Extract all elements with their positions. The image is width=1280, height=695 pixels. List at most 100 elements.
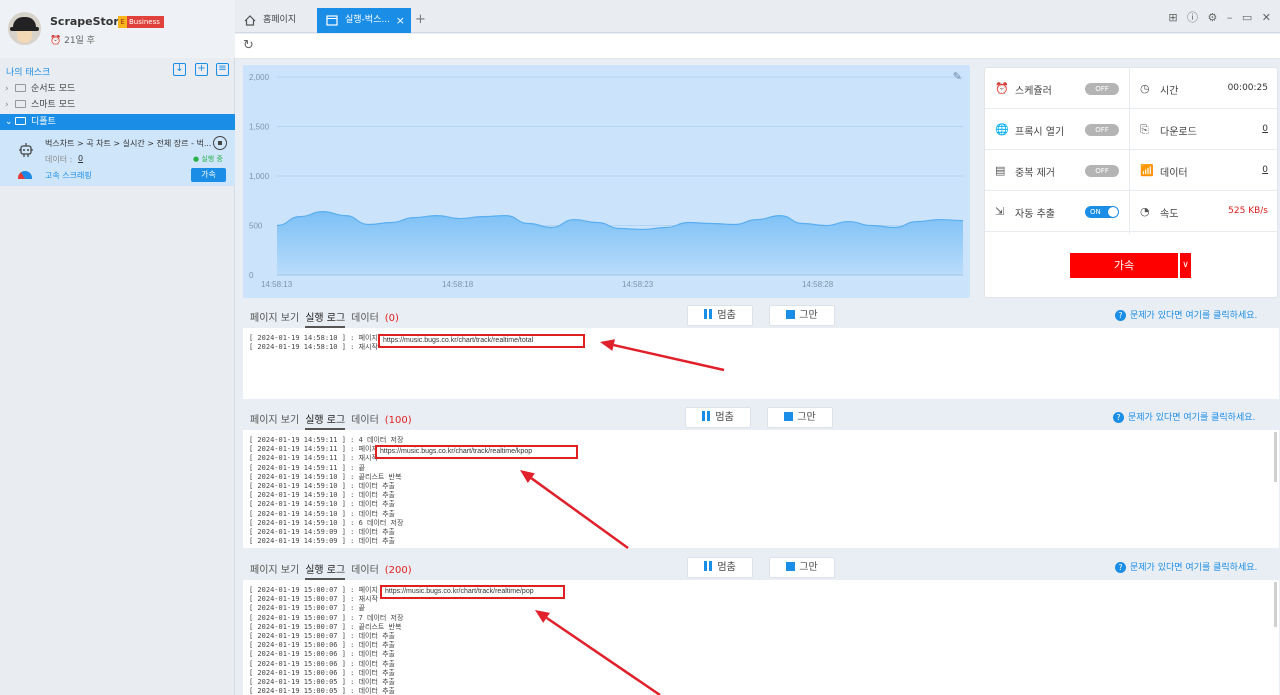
task-data-value[interactable]: 0 [78,154,83,163]
log-tabs: 페이지 보기 실행 로그 데이터 (0) [250,309,411,328]
close-icon[interactable]: × [396,8,405,33]
list-icon[interactable]: ≡ [216,63,229,76]
accelerate-dropdown[interactable]: ∨ [1179,253,1191,278]
expiry-text: 21일 후 [64,36,95,46]
dedupe-label: 중복 제거 [1015,168,1055,179]
help-link[interactable]: ? 문제가 있다면 여기를 클릭하세요. [1115,560,1257,573]
speedometer-icon [18,171,32,179]
chevron-right-icon: › [5,100,9,110]
speed-row: ◔ 속도 525 KB/s [1130,191,1278,232]
pause-icon [704,561,708,571]
pause-label: 멈춤 [717,562,736,573]
tab-page-view[interactable]: 페이지 보기 [250,415,299,426]
tab-run[interactable]: 실행-벅스... × [317,8,411,33]
help-link[interactable]: ? 문제가 있다면 여기를 클릭하세요. [1115,308,1257,321]
new-task-icon[interactable]: + [195,63,208,76]
task-name: 벅스차트 > 곡 차트 > 실시간 > 전체 장르 - 벅... [45,139,212,148]
stop-button[interactable]: 그만 [767,407,833,428]
gauge-icon: ◔ [1140,205,1150,218]
accelerate-button-small[interactable]: 가속 [191,168,226,182]
task-item[interactable]: 벅스차트 > 곡 차트 > 실시간 > 전체 장르 - 벅... 데이터 : 0… [0,130,235,186]
scrollbar[interactable] [1274,582,1277,627]
tab-page-view[interactable]: 페이지 보기 [250,565,299,576]
help-label: 문제가 있다면 여기를 클릭하세요. [1130,311,1258,321]
refresh-icon[interactable]: ↻ [243,38,254,53]
chart-svg: 2,000 1,500 1,000 500 0 14:58:13 14:58:18 14:58… [249,73,964,289]
pause-icon [707,411,711,421]
avatar[interactable] [8,12,41,45]
tree-item-label: 순서도 모드 [31,84,76,94]
alarm-icon: ⏰ [50,36,62,46]
download-value[interactable]: 0 [1262,124,1268,134]
time-value: 00:00:25 [1227,83,1268,93]
series-area [277,211,963,275]
log-line: [ 2024-01-19 14:59:11 ] : 끝 [249,463,366,472]
tree-item-smart[interactable]: › 스마트 모드 [0,97,235,113]
add-tab-button[interactable]: + [415,12,426,27]
tree-item-label: 스마트 모드 [31,100,76,110]
time-row: ◷ 시간 00:00:25 [1130,68,1278,109]
pause-label: 멈춤 [715,412,734,423]
stop-button[interactable]: 그만 [769,305,835,326]
tab-run-log[interactable]: 실행 로그 [305,565,346,580]
proxy-toggle[interactable]: OFF [1085,124,1119,136]
tree-item-default[interactable]: ⌄ 디폴트 [0,114,235,130]
tab-label: 홈페이지 [263,15,297,25]
pause-button[interactable]: 멈춤 [687,305,753,326]
log-line: [ 2024-01-19 15:00:07 ] : 끝 [249,604,366,613]
highlighted-url: https://music.bugs.co.kr/chart/track/rea… [375,445,578,459]
proxy-label: 프록시 열기 [1015,127,1065,138]
tree-item-flowchart[interactable]: › 순서도 모드 [0,81,235,97]
tab-data[interactable]: 데이터 (100) [351,415,418,426]
stop-icon [786,562,796,571]
scheduler-row: ⏰ 스케쥴러 OFF [985,68,1129,109]
import-icon[interactable]: ↓ [173,63,186,76]
scheduler-toggle[interactable]: OFF [1085,83,1119,95]
tab-data[interactable]: 데이터 (0) [351,313,405,324]
pause-button[interactable]: 멈춤 [687,557,753,578]
tab-run-log[interactable]: 실행 로그 [305,313,346,328]
tab-home[interactable]: 홈페이지 [235,8,315,33]
scrollbar[interactable] [1274,432,1277,482]
y-tick-label: 1,500 [249,123,270,132]
log-line: [ 2024-01-19 15:00:06 ] : 데이터 추출 [249,668,395,677]
help-label: 문제가 있다면 여기를 클릭하세요. [1128,413,1256,423]
stop-button[interactable]: 그만 [769,557,835,578]
speed-mode-label: 고속 스크래핑 [45,171,92,180]
tab-data-label: 데이터 [351,415,379,426]
pause-icon [704,309,708,319]
tab-data-label: 데이터 [351,565,379,576]
auto-export-toggle[interactable]: ON [1085,206,1119,218]
x-tick-label: 14:58:13 [261,280,293,289]
stop-label: 그만 [799,310,818,321]
chevron-down-icon: ⌄ [5,117,13,127]
y-tick-label: 500 [249,222,263,231]
accelerate-button[interactable]: 가속 [1070,253,1178,278]
window-controls[interactable]: ⊞ ⓘ ⚙ – ▭ ✕ [1168,9,1274,25]
stop-task-icon[interactable] [213,136,227,150]
tab-label: 실행-벅스... [345,15,390,25]
log-line: [ 2024-01-19 15:00:05 ] : 데이터 추출 [249,687,395,695]
log-line: [ 2024-01-19 14:59:10 ] : 6 데이터 저장 [249,518,404,527]
window-icon [326,15,338,26]
log-tabs: 페이지 보기 실행 로그 데이터 (100) [250,411,424,430]
expiry-info: ⏰ 21일 후 [50,33,95,46]
pause-button[interactable]: 멈춤 [685,407,751,428]
question-icon: ? [1113,412,1124,423]
dedupe-toggle[interactable]: OFF [1085,165,1119,177]
data-value[interactable]: 0 [1262,165,1268,175]
tab-data[interactable]: 데이터 (200) [351,565,418,576]
highlighted-url: https://music.bugs.co.kr/chart/track/rea… [378,334,585,348]
home-icon [244,15,256,26]
highlighted-url: https://music.bugs.co.kr/chart/track/rea… [380,585,565,599]
help-link[interactable]: ? 문제가 있다면 여기를 클릭하세요. [1113,410,1255,423]
tab-page-view[interactable]: 페이지 보기 [250,313,299,324]
tree-item-label: 디폴트 [31,117,56,127]
tab-bar: 홈페이지 실행-벅스... × + ⊞ ⓘ ⚙ – ▭ ✕ [235,0,1280,33]
address-bar: ↻ [235,34,1280,59]
edit-icon[interactable]: ✎ [953,70,962,83]
tab-run-log[interactable]: 실행 로그 [305,415,346,430]
business-badge: E Business [118,16,164,28]
log-line: [ 2024-01-19 15:00:07 ] : 끝리스트 반복 [249,622,402,631]
speed-label: 속도 [1160,209,1179,220]
